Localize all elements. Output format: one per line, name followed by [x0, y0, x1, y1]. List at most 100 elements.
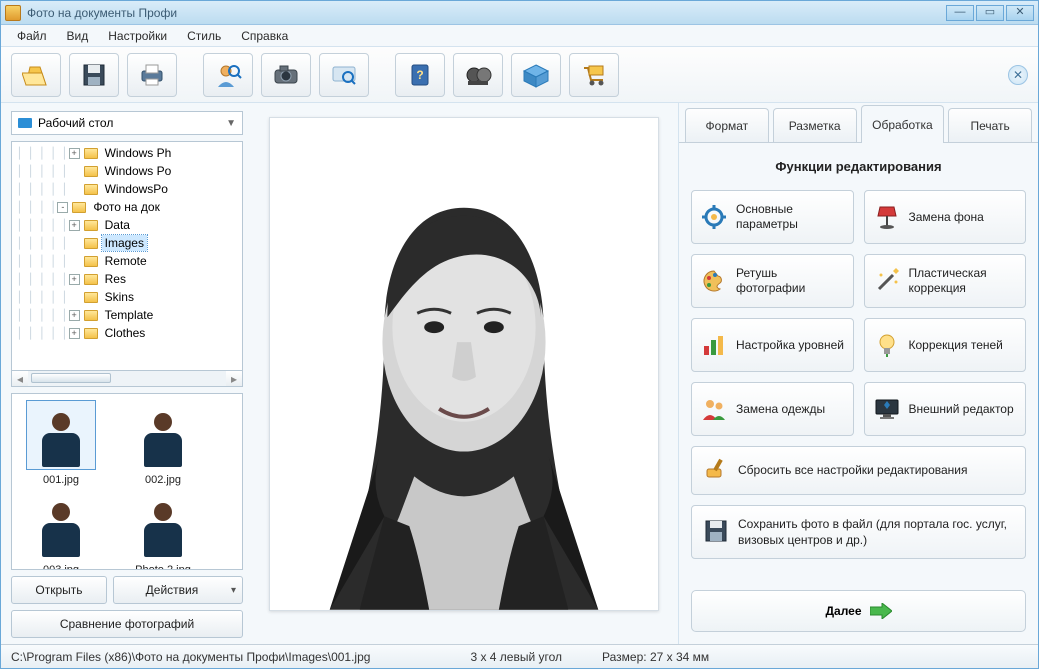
fn-clothes[interactable]: Замена одежды [691, 382, 854, 436]
next-label: Далее [825, 604, 861, 618]
palette-icon [700, 267, 728, 295]
menu-settings[interactable]: Настройки [100, 27, 175, 45]
thumbnail[interactable]: 003.jpg [18, 490, 104, 570]
fn-levels[interactable]: Настройка уровней [691, 318, 854, 372]
svg-text:?: ? [416, 68, 423, 82]
film-icon[interactable] [453, 53, 503, 97]
tab-print[interactable]: Печать [948, 108, 1032, 142]
titlebar: Фото на документы Профи — ▭ ✕ [1, 1, 1038, 25]
tree-row[interactable]: │ │ │ │ │ +Clothes [12, 324, 242, 342]
monitor-icon [873, 395, 901, 423]
person-icon [38, 407, 84, 467]
tree-scrollbar[interactable]: ◂ ▸ [11, 371, 243, 387]
folder-icon [84, 166, 98, 177]
print-icon[interactable] [127, 53, 177, 97]
thumbnail[interactable]: 001.jpg [18, 400, 104, 486]
menu-view[interactable]: Вид [59, 27, 97, 45]
scroll-thumb[interactable] [31, 373, 111, 383]
right-panel: Формат Разметка Обработка Печать Функции… [678, 103, 1038, 644]
fn-label: Настройка уровней [736, 338, 844, 353]
save-icon[interactable] [69, 53, 119, 97]
tree-row[interactable]: │ │ │ │ │ Remote [12, 252, 242, 270]
tree-label: Фото на док [90, 199, 162, 215]
bars-icon [700, 331, 728, 359]
fn-label: Замена одежды [736, 402, 825, 417]
tree-row[interactable]: │ │ │ │ │ Images [12, 234, 242, 252]
expander-icon[interactable]: + [69, 148, 80, 159]
fn-external[interactable]: Внешний редактор [864, 382, 1027, 436]
help-book-icon[interactable]: ? [395, 53, 445, 97]
desktop-icon [18, 118, 32, 128]
status-crop: 3 x 4 левый угол [470, 650, 562, 664]
maximize-button[interactable]: ▭ [976, 5, 1004, 21]
tabs: Формат Разметка Обработка Печать [679, 103, 1038, 143]
cart-icon[interactable] [569, 53, 619, 97]
fn-plastic[interactable]: Пластическая коррекция [864, 254, 1027, 308]
tab-format[interactable]: Формат [685, 108, 769, 142]
tree-row[interactable]: │ │ │ │ │ Windows Po [12, 162, 242, 180]
compare-button[interactable]: Сравнение фотографий [11, 610, 243, 638]
minimize-button[interactable]: — [946, 5, 974, 21]
close-button[interactable]: ✕ [1006, 5, 1034, 21]
open-button[interactable]: Открыть [11, 576, 107, 604]
folder-icon [84, 274, 98, 285]
thumbnail-grid[interactable]: 001.jpg 002.jpg 003.jpgPhoto 2.jpg [11, 393, 243, 570]
menu-style[interactable]: Стиль [179, 27, 229, 45]
tree-row[interactable]: │ │ │ │ -Фото на док [12, 198, 242, 216]
tree-row[interactable]: │ │ │ │ │ Skins [12, 288, 242, 306]
fn-label: Основные параметры [736, 202, 845, 232]
fn-label: Пластическая коррекция [909, 266, 1018, 296]
scroll-left-icon[interactable]: ◂ [12, 371, 28, 386]
tree-row[interactable]: │ │ │ │ │ +Data [12, 216, 242, 234]
save-to-file-label: Сохранить фото в файл (для портала гос. … [738, 516, 1013, 548]
tree-row[interactable]: │ │ │ │ │ +Res [12, 270, 242, 288]
tree-row[interactable]: │ │ │ │ │ +Template [12, 306, 242, 324]
tab-markup[interactable]: Разметка [773, 108, 857, 142]
folder-icon [84, 256, 98, 267]
tree-label: Windows Ph [102, 145, 175, 161]
folder-picker[interactable]: Рабочий стол ▼ [11, 111, 243, 135]
folder-icon [84, 184, 98, 195]
expander-icon[interactable]: + [69, 310, 80, 321]
menu-file[interactable]: Файл [9, 27, 55, 45]
bulb-icon [873, 331, 901, 359]
reset-all-button[interactable]: Сбросить все настройки редактирования [691, 446, 1026, 495]
next-button[interactable]: Далее [691, 590, 1026, 632]
expander-icon[interactable]: - [57, 202, 68, 213]
scroll-right-icon[interactable]: ▸ [226, 371, 242, 386]
tree-label: Windows Po [102, 163, 175, 179]
floppy-icon [704, 519, 728, 546]
fn-bg-replace[interactable]: Замена фона [864, 190, 1027, 244]
tree-row[interactable]: │ │ │ │ │ +Windows Ph [12, 144, 242, 162]
package-icon[interactable] [511, 53, 561, 97]
folder-tree[interactable]: │ │ │ │ │ +Windows Ph│ │ │ │ │ Windows P… [11, 141, 243, 371]
tree-label: Data [102, 217, 133, 233]
camera-icon[interactable] [261, 53, 311, 97]
expander-icon[interactable]: + [69, 328, 80, 339]
panel-close-icon[interactable]: ✕ [1008, 65, 1028, 85]
save-to-file-button[interactable]: Сохранить фото в файл (для портала гос. … [691, 505, 1026, 559]
thumbnail[interactable]: 002.jpg [120, 400, 206, 486]
fn-retouch[interactable]: Ретушь фотографии [691, 254, 854, 308]
open-icon[interactable] [11, 53, 61, 97]
tab-processing[interactable]: Обработка [861, 105, 945, 143]
brush-reset-icon [704, 457, 728, 484]
fn-label: Внешний редактор [909, 402, 1014, 417]
toolbar: ? ✕ [1, 47, 1038, 103]
expander-icon[interactable]: + [69, 274, 80, 285]
thumbnail-caption: 002.jpg [145, 474, 181, 486]
thumbnail-caption: 001.jpg [43, 474, 79, 486]
tree-label: Skins [102, 289, 137, 305]
menu-help[interactable]: Справка [233, 27, 296, 45]
actions-button[interactable]: Действия [113, 576, 243, 604]
expander-icon[interactable]: + [69, 220, 80, 231]
preview-area [249, 103, 678, 644]
folder-picker-label: Рабочий стол [38, 116, 113, 130]
fn-basic-params[interactable]: Основные параметры [691, 190, 854, 244]
tree-label: Res [102, 271, 129, 287]
thumbnail[interactable]: Photo 2.jpg [120, 490, 206, 570]
tree-row[interactable]: │ │ │ │ │ WindowsPo [12, 180, 242, 198]
fn-shadow[interactable]: Коррекция теней [864, 318, 1027, 372]
zoom-icon[interactable] [319, 53, 369, 97]
user-edit-icon[interactable] [203, 53, 253, 97]
